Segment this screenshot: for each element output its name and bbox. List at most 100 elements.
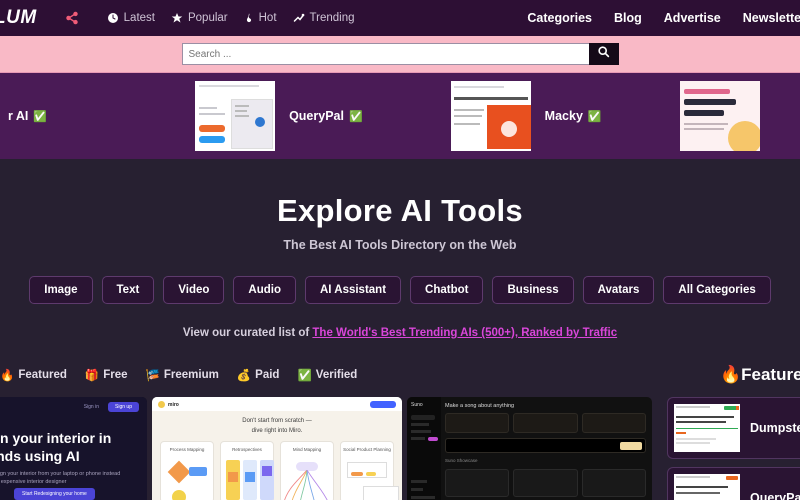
card-sidebar: Suno — [407, 397, 441, 500]
category-button-video[interactable]: Video — [163, 276, 225, 304]
card-brand-label: miro — [168, 402, 179, 408]
carousel-item-thumbnail[interactable] — [195, 81, 276, 151]
hero-section: Explore AI Tools The Best AI Tools Direc… — [0, 159, 800, 339]
money-bag-icon: 💰 — [236, 370, 252, 382]
card-suggestion-row — [445, 413, 646, 433]
card-tile-grid: Process Mapping Retrospectives Mind Mapp… — [160, 441, 399, 500]
carousel-item-thumbnail[interactable] — [679, 81, 760, 151]
category-button-ai-assistant[interactable]: AI Assistant — [305, 276, 402, 304]
filter-featured[interactable]: 🔥 Featured — [0, 368, 67, 382]
card-brand-label: Suno — [411, 402, 423, 408]
category-button-text[interactable]: Text — [101, 276, 155, 304]
star-icon — [171, 12, 183, 24]
filter-label: Freemium — [163, 369, 219, 381]
page-title: Explore AI Tools — [277, 193, 523, 228]
list-item[interactable]: Dumpster — [667, 397, 800, 459]
carousel-item-name: QueryPal — [289, 109, 344, 123]
curated-list-link[interactable]: The World's Best Trending AIs (500+), Ra… — [312, 327, 617, 339]
carousel-item-label: Macky ✅ — [545, 109, 602, 123]
card-tile-label: Process Mapping — [169, 447, 205, 452]
nav-item-trending[interactable]: Trending — [293, 12, 355, 24]
tool-card[interactable]: miro Don't start from scratch — dive rig… — [152, 397, 402, 500]
nav-item-label: Trending — [309, 12, 355, 24]
nav-secondary-links: Categories Blog Advertise Newsletter — [527, 11, 800, 25]
nav-link-newsletter[interactable]: Newsletter — [743, 11, 800, 25]
nav-link-advertise[interactable]: Advertise — [664, 11, 721, 25]
carousel-item[interactable] — [679, 73, 760, 159]
tool-card-preview: Sign in Sign up esign your interior in e… — [0, 397, 147, 500]
verified-badge-icon: ✅ — [297, 370, 312, 382]
card-suggestion — [581, 413, 646, 433]
filter-freemium[interactable]: 🎏 Freemium — [146, 368, 219, 382]
filter-label: Verified — [315, 369, 358, 381]
category-button-chatbot[interactable]: Chatbot — [410, 276, 484, 304]
carousel-item[interactable]: r AI ✅ — [0, 73, 95, 159]
page-subtitle: The Best AI Tools Directory on the Web — [283, 238, 517, 252]
card-tile-label: Social Product Planning — [343, 447, 391, 452]
card-section-heading: Suno Showcase — [445, 458, 478, 463]
featured-ai-heading: 🔥 Featured AI — [720, 365, 800, 385]
category-button-avatars[interactable]: Avatars — [582, 276, 655, 304]
nav-item-popular[interactable]: Popular — [171, 12, 228, 24]
category-button-audio[interactable]: Audio — [233, 276, 296, 304]
nav-item-latest[interactable]: Latest — [107, 12, 155, 24]
nav-item-label: Popular — [187, 12, 228, 24]
card-suggestion — [445, 413, 510, 433]
nav-link-categories[interactable]: Categories — [527, 11, 592, 25]
carousel-item[interactable]: QueryPal ✅ — [195, 73, 411, 159]
search-bar-strip — [0, 36, 800, 72]
card-headline: Don't start from scratch — dive right in… — [152, 417, 402, 436]
flame-icon — [244, 12, 254, 24]
filter-label: Free — [103, 369, 128, 381]
card-cta-button: Start Redesigning your home — [14, 488, 95, 500]
card-headline-line1: Don't start from scratch — — [242, 418, 312, 424]
list-item-label: Dumpster — [750, 421, 800, 435]
card-tile: Social Product Planning — [340, 441, 399, 500]
verified-badge-icon: ✅ — [587, 110, 602, 123]
tool-card-grid: Sign in Sign up esign your interior in e… — [0, 397, 800, 500]
share-icon[interactable] — [65, 11, 79, 25]
card-description-line1: AI to redesign your interior from your l… — [0, 471, 121, 477]
card-showcase-item — [581, 469, 646, 497]
search-wrapper — [181, 43, 619, 65]
category-button-all-categories[interactable]: All Categories — [663, 276, 771, 304]
curated-prefix-text: View our curated list of — [182, 327, 313, 339]
filter-verified[interactable]: ✅ Verified — [297, 368, 357, 382]
carousel-item-thumbnail[interactable] — [450, 81, 531, 151]
featured-carousel[interactable]: r AI ✅ QueryPal ✅ Macky ✅ — [0, 72, 800, 159]
card-tile: Process Mapping — [160, 441, 214, 500]
card-tile-label: Retrospectives — [232, 447, 262, 452]
navbar: LUM Latest Popular Hot — [0, 0, 800, 36]
nav-link-blog[interactable]: Blog — [614, 11, 642, 25]
card-headline: esign your interior in econds using AI — [0, 430, 111, 465]
tool-card[interactable]: Sign in Sign up esign your interior in e… — [0, 397, 147, 500]
search-submit-button[interactable] — [588, 43, 619, 65]
card-showcase-item — [445, 469, 510, 497]
category-button-business[interactable]: Business — [492, 276, 574, 304]
featured-ai-heading-label: Featured AI — [741, 365, 800, 384]
miro-logo-icon — [158, 401, 165, 408]
card-showcase-row — [445, 469, 646, 497]
flame-icon: 🔥 — [0, 370, 15, 382]
card-main-preview: Make a song about anything Suno Showcase… — [445, 403, 646, 500]
carousel-item-name: r AI — [8, 109, 29, 123]
list-item[interactable]: QueryPal — [667, 467, 800, 500]
verified-badge-icon: ✅ — [33, 110, 48, 123]
card-prompt-input — [445, 438, 646, 453]
carousel-item[interactable]: Macky ✅ — [450, 73, 650, 159]
list-item-thumbnail — [674, 474, 740, 500]
card-headline: Make a song about anything — [445, 403, 515, 409]
nav-item-hot[interactable]: Hot — [244, 12, 277, 24]
tool-card[interactable]: Suno Make a song about anything Suno Sho… — [407, 397, 652, 500]
carp-streamer-icon: 🎏 — [145, 370, 160, 382]
search-input[interactable] — [181, 43, 589, 65]
site-logo[interactable]: LUM — [0, 7, 37, 29]
flame-icon: 🔥 — [719, 365, 742, 384]
card-signup-label: Sign up — [108, 402, 139, 412]
filter-free[interactable]: 🎁 Free — [85, 368, 128, 382]
category-button-image[interactable]: Image — [29, 276, 93, 304]
filter-paid[interactable]: 💰 Paid — [237, 368, 280, 382]
card-description: AI to redesign your interior from your l… — [0, 470, 120, 487]
card-tile: Mind Mapping — [280, 441, 334, 500]
curated-list-line: View our curated list of The World's Bes… — [0, 327, 800, 339]
